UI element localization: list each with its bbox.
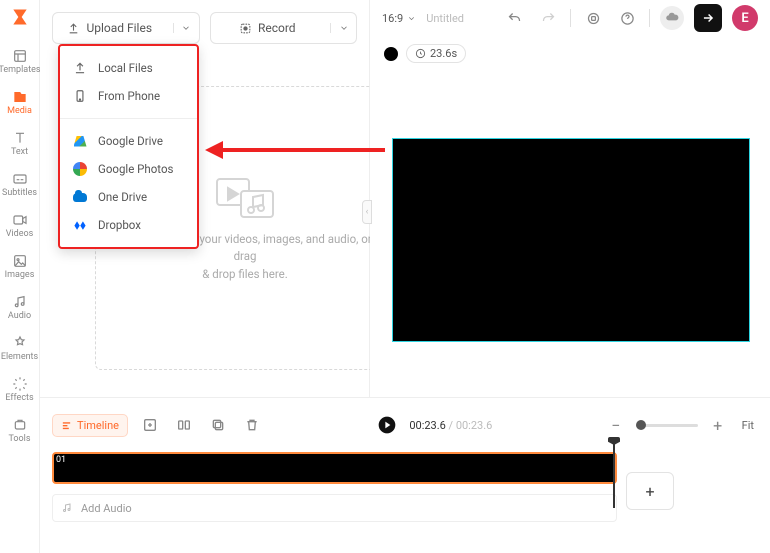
- history-button[interactable]: [581, 6, 605, 30]
- add-audio-track[interactable]: Add Audio: [52, 494, 617, 522]
- rail-elements[interactable]: Elements: [2, 331, 38, 366]
- preview-toolbar: 16:9 Untitled E: [370, 0, 770, 36]
- dropbox-icon: ⬧⬧: [72, 217, 88, 233]
- rail-label: Templates: [0, 66, 41, 75]
- onedrive-icon: [72, 189, 88, 205]
- undo-button[interactable]: [502, 6, 526, 30]
- rail-templates[interactable]: Templates: [2, 44, 38, 79]
- zoom-slider[interactable]: [636, 424, 698, 427]
- audio-icon: [61, 502, 73, 514]
- project-title-input[interactable]: Untitled: [426, 12, 464, 25]
- rail-label: Images: [5, 271, 35, 280]
- aspect-ratio-select[interactable]: 16:9: [382, 12, 416, 25]
- zoom-in-button[interactable]: +: [706, 413, 730, 437]
- menu-label: From Phone: [98, 89, 160, 103]
- chevron-down-icon: [407, 14, 416, 23]
- video-track-clip[interactable]: 01: [52, 452, 617, 484]
- upload-files-button[interactable]: Upload Files: [52, 12, 200, 44]
- dropzone-icon: [215, 173, 275, 219]
- rail-label: Media: [7, 107, 32, 116]
- timeline-tab[interactable]: Timeline: [52, 414, 128, 437]
- rail-media[interactable]: Media: [2, 85, 38, 120]
- rail-label: Elements: [1, 353, 38, 362]
- track-index: 01: [56, 455, 66, 465]
- rail-label: Subtitles: [2, 189, 37, 198]
- google-drive-icon: [72, 133, 88, 149]
- clock-icon: [415, 48, 426, 59]
- help-button[interactable]: [615, 6, 639, 30]
- rail-label: Text: [11, 148, 28, 157]
- ratio-value: 16:9: [382, 12, 403, 25]
- delete-button[interactable]: [240, 413, 264, 437]
- rail-label: Tools: [8, 435, 30, 444]
- chevron-down-icon: [339, 23, 349, 33]
- annotation-arrow: [205, 138, 385, 162]
- rail-effects[interactable]: Effects: [2, 372, 38, 407]
- menu-google-photos[interactable]: Google Photos: [60, 155, 197, 183]
- time-display: 00:23.6 / 00:23.6: [409, 419, 492, 432]
- split-button[interactable]: [172, 413, 196, 437]
- upload-label: Upload Files: [86, 21, 152, 35]
- rail-images[interactable]: Images: [2, 249, 38, 284]
- chevron-down-icon: [181, 23, 191, 33]
- rail-label: Audio: [8, 312, 31, 321]
- menu-label: Local Files: [98, 61, 153, 75]
- rail-audio[interactable]: Audio: [2, 290, 38, 325]
- google-photos-icon: [72, 161, 88, 177]
- menu-one-drive[interactable]: One Drive: [60, 183, 197, 211]
- clip-duration: 23.6s: [406, 44, 466, 63]
- record-icon: [239, 22, 252, 35]
- menu-label: Google Drive: [98, 134, 163, 148]
- panel-collapse-handle[interactable]: ‹: [362, 200, 372, 224]
- rail-text[interactable]: Text: [2, 126, 38, 161]
- divider: [570, 9, 571, 27]
- upload-source-menu: Local Files From Phone Google Drive Goog…: [58, 44, 199, 249]
- rail-subtitles[interactable]: Subtitles: [2, 167, 38, 202]
- menu-from-phone[interactable]: From Phone: [60, 82, 197, 110]
- media-toolbar: Upload Files Record: [40, 0, 369, 44]
- add-audio-label: Add Audio: [81, 502, 132, 515]
- timeline-toolbar: Timeline 00:23.6 / 00:23.6 − + Fit: [40, 398, 770, 452]
- add-track-button[interactable]: +: [626, 472, 674, 510]
- record-label: Record: [258, 21, 296, 35]
- play-button[interactable]: [375, 413, 399, 437]
- zoom-out-button[interactable]: −: [604, 413, 628, 437]
- upload-dropdown-toggle[interactable]: [173, 23, 199, 33]
- rail-videos[interactable]: Videos: [2, 208, 38, 243]
- record-dropdown-toggle[interactable]: [330, 23, 356, 33]
- upload-icon: [72, 60, 88, 76]
- export-button[interactable]: [694, 4, 722, 32]
- rail-tools[interactable]: Tools: [2, 413, 38, 448]
- timeline-icon: [61, 420, 72, 431]
- left-rail: Templates Media Text Subtitles Videos Im…: [0, 0, 40, 553]
- zoom-control: − + Fit: [604, 413, 758, 437]
- rail-label: Videos: [6, 230, 34, 239]
- menu-local-files[interactable]: Local Files: [60, 54, 197, 82]
- menu-dropbox[interactable]: ⬧⬧ Dropbox: [60, 211, 197, 239]
- preview-canvas[interactable]: [392, 138, 750, 342]
- phone-icon: [72, 88, 88, 104]
- upload-icon: [67, 22, 80, 35]
- rail-label: Effects: [5, 394, 33, 403]
- zoom-fit-button[interactable]: Fit: [738, 417, 758, 434]
- clip-chip[interactable]: 23.6s: [384, 44, 466, 63]
- record-button[interactable]: Record: [210, 12, 358, 44]
- user-avatar[interactable]: E: [732, 5, 758, 31]
- menu-label: One Drive: [98, 190, 147, 204]
- divider: [649, 9, 650, 27]
- clip-thumbnail: [384, 47, 398, 61]
- menu-label: Google Photos: [98, 162, 173, 176]
- app-logo: [9, 6, 31, 28]
- cloud-sync-button[interactable]: [660, 6, 684, 30]
- playhead[interactable]: [613, 444, 615, 508]
- menu-google-drive[interactable]: Google Drive: [60, 127, 197, 155]
- add-media-button[interactable]: [138, 413, 162, 437]
- copy-button[interactable]: [206, 413, 230, 437]
- menu-label: Dropbox: [98, 218, 141, 232]
- redo-button[interactable]: [536, 6, 560, 30]
